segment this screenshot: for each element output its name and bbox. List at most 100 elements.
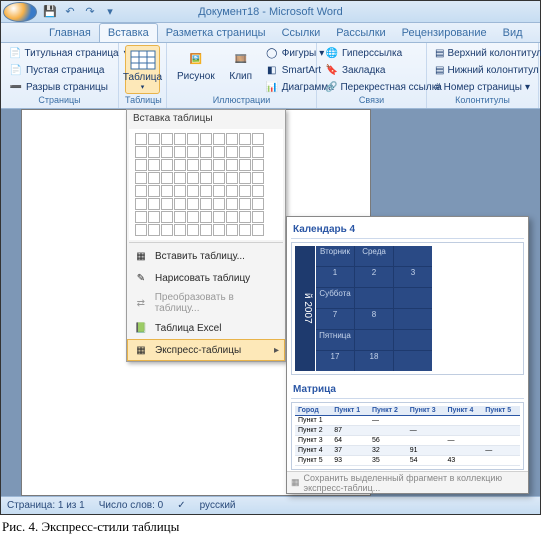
grid-cell[interactable] bbox=[226, 172, 238, 184]
grid-cell[interactable] bbox=[252, 172, 264, 184]
grid-cell[interactable] bbox=[187, 133, 199, 145]
grid-cell[interactable] bbox=[174, 146, 186, 158]
grid-cell[interactable] bbox=[226, 146, 238, 158]
grid-cell[interactable] bbox=[252, 159, 264, 171]
grid-cell[interactable] bbox=[174, 133, 186, 145]
grid-cell[interactable] bbox=[161, 172, 173, 184]
grid-cell[interactable] bbox=[252, 224, 264, 236]
grid-cell[interactable] bbox=[174, 185, 186, 197]
grid-cell[interactable] bbox=[213, 146, 225, 158]
grid-cell[interactable] bbox=[239, 211, 251, 223]
page-break-button[interactable]: ➖Разрыв страницы bbox=[7, 79, 112, 95]
grid-cell[interactable] bbox=[226, 211, 238, 223]
grid-cell[interactable] bbox=[135, 224, 147, 236]
grid-cell[interactable] bbox=[213, 211, 225, 223]
office-button[interactable] bbox=[3, 2, 37, 22]
status-words[interactable]: Число слов: 0 bbox=[99, 500, 163, 511]
grid-cell[interactable] bbox=[161, 198, 173, 210]
grid-cell[interactable] bbox=[239, 185, 251, 197]
grid-cell[interactable] bbox=[187, 198, 199, 210]
grid-cell[interactable] bbox=[252, 146, 264, 158]
grid-cell[interactable] bbox=[226, 133, 238, 145]
grid-cell[interactable] bbox=[226, 185, 238, 197]
grid-cell[interactable] bbox=[187, 224, 199, 236]
grid-cell[interactable] bbox=[239, 172, 251, 184]
flyout-scroll[interactable]: Календарь 4 й 2007 ВторникСреда123Суббот… bbox=[287, 217, 528, 471]
grid-cell[interactable] bbox=[161, 146, 173, 158]
blank-page-button[interactable]: 📄Пустая страница bbox=[7, 62, 112, 78]
insert-table-item[interactable]: ▦Вставить таблицу... bbox=[127, 245, 285, 267]
grid-cell[interactable] bbox=[200, 133, 212, 145]
crossref-button[interactable]: 🔗Перекрестная ссылка bbox=[323, 79, 420, 95]
grid-cell[interactable] bbox=[252, 133, 264, 145]
draw-table-item[interactable]: ✎Нарисовать таблицу bbox=[127, 267, 285, 289]
save-icon[interactable]: 💾 bbox=[41, 3, 59, 21]
grid-cell[interactable] bbox=[135, 185, 147, 197]
picture-button[interactable]: 🖼️Рисунок bbox=[173, 45, 219, 95]
tab-mailings[interactable]: Рассылки bbox=[328, 24, 393, 42]
grid-cell[interactable] bbox=[200, 185, 212, 197]
grid-cell[interactable] bbox=[148, 224, 160, 236]
footer-button[interactable]: ▤Нижний колонтитул▾ bbox=[433, 62, 532, 78]
grid-cell[interactable] bbox=[239, 146, 251, 158]
table-button[interactable]: Таблица ▾ bbox=[125, 45, 160, 94]
grid-cell[interactable] bbox=[187, 146, 199, 158]
excel-table-item[interactable]: 📗Таблица Excel bbox=[127, 317, 285, 339]
grid-cell[interactable] bbox=[135, 133, 147, 145]
grid-cell[interactable] bbox=[161, 133, 173, 145]
grid-cell[interactable] bbox=[213, 172, 225, 184]
grid-cell[interactable] bbox=[200, 146, 212, 158]
clip-button[interactable]: 🎞️Клип bbox=[223, 45, 259, 95]
tab-references[interactable]: Ссылки bbox=[274, 24, 329, 42]
header-button[interactable]: ▤Верхний колонтитул▾ bbox=[433, 45, 532, 61]
grid-cell[interactable] bbox=[174, 211, 186, 223]
grid-cell[interactable] bbox=[135, 172, 147, 184]
hyperlink-button[interactable]: 🌐Гиперссылка bbox=[323, 45, 420, 61]
grid-cell[interactable] bbox=[161, 211, 173, 223]
grid-cell[interactable] bbox=[200, 159, 212, 171]
bookmark-button[interactable]: 🔖Закладка bbox=[323, 62, 420, 78]
grid-cell[interactable] bbox=[200, 224, 212, 236]
grid-cell[interactable] bbox=[187, 159, 199, 171]
spellcheck-icon[interactable]: ✓ bbox=[177, 500, 185, 511]
tab-review[interactable]: Рецензирование bbox=[394, 24, 495, 42]
grid-cell[interactable] bbox=[174, 172, 186, 184]
grid-cell[interactable] bbox=[252, 185, 264, 197]
grid-cell[interactable] bbox=[213, 133, 225, 145]
grid-cell[interactable] bbox=[161, 159, 173, 171]
grid-cell[interactable] bbox=[148, 185, 160, 197]
grid-cell[interactable] bbox=[200, 172, 212, 184]
grid-cell[interactable] bbox=[148, 198, 160, 210]
grid-cell[interactable] bbox=[226, 198, 238, 210]
calendar-preview[interactable]: й 2007 ВторникСреда123Суббота78Пятница17… bbox=[291, 242, 524, 375]
grid-cell[interactable] bbox=[213, 224, 225, 236]
grid-cell[interactable] bbox=[148, 211, 160, 223]
grid-cell[interactable] bbox=[135, 146, 147, 158]
grid-cell[interactable] bbox=[252, 211, 264, 223]
status-page[interactable]: Страница: 1 из 1 bbox=[7, 500, 85, 511]
flyout-footer[interactable]: ▦ Сохранить выделенный фрагмент в коллек… bbox=[287, 471, 528, 493]
grid-cell[interactable] bbox=[161, 224, 173, 236]
quick-tables-item[interactable]: ▦Экспресс-таблицы▸ bbox=[127, 339, 285, 361]
redo-icon[interactable]: ↷ bbox=[81, 3, 99, 21]
grid-cell[interactable] bbox=[161, 185, 173, 197]
grid-cell[interactable] bbox=[148, 133, 160, 145]
grid-cell[interactable] bbox=[226, 224, 238, 236]
tab-page-layout[interactable]: Разметка страницы bbox=[158, 24, 274, 42]
grid-cell[interactable] bbox=[174, 224, 186, 236]
grid-cell[interactable] bbox=[239, 133, 251, 145]
grid-cell[interactable] bbox=[187, 185, 199, 197]
grid-cell[interactable] bbox=[200, 198, 212, 210]
cover-page-button[interactable]: 📄Титульная страница▾ bbox=[7, 45, 112, 61]
grid-cell[interactable] bbox=[239, 224, 251, 236]
grid-cell[interactable] bbox=[213, 159, 225, 171]
grid-cell[interactable] bbox=[239, 198, 251, 210]
grid-cell[interactable] bbox=[135, 211, 147, 223]
grid-cell[interactable] bbox=[226, 159, 238, 171]
status-lang[interactable]: русский bbox=[200, 500, 236, 511]
table-size-grid[interactable] bbox=[129, 129, 283, 240]
grid-cell[interactable] bbox=[135, 159, 147, 171]
grid-cell[interactable] bbox=[187, 172, 199, 184]
grid-cell[interactable] bbox=[174, 198, 186, 210]
grid-cell[interactable] bbox=[213, 185, 225, 197]
